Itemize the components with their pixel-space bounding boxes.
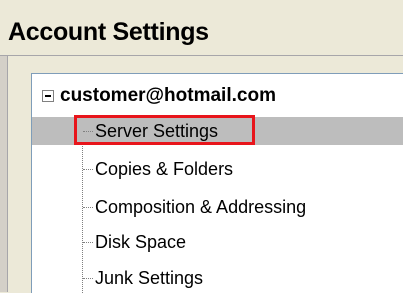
tree-connector: [83, 168, 93, 170]
tree-item-label: Composition & Addressing: [95, 196, 307, 217]
tree-item-label: Junk Settings: [95, 267, 204, 288]
tree-connector: [83, 206, 93, 208]
tree-item-junk-settings[interactable]: Junk Settings: [32, 264, 403, 292]
tree-item-disk-space[interactable]: Disk Space: [32, 228, 403, 256]
account-tree[interactable]: customer@hotmail.com Server Settings Cop…: [31, 73, 403, 293]
account-settings-window: Account Settings customer@hotmail.com Se…: [0, 0, 403, 293]
window-title: Account Settings: [8, 18, 209, 46]
title-bar: Account Settings: [0, 0, 403, 55]
selection-highlight-box: [74, 115, 255, 145]
tree-item-copies-folders[interactable]: Copies & Folders: [32, 155, 403, 183]
tree-connector: [83, 241, 93, 243]
tree-item-composition-addressing[interactable]: Composition & Addressing: [32, 193, 403, 221]
collapse-icon[interactable]: [42, 90, 54, 102]
tree-connector: [83, 277, 93, 279]
tree-item-label: Copies & Folders: [95, 158, 234, 179]
tree-account-node[interactable]: customer@hotmail.com: [42, 82, 276, 110]
account-name: customer@hotmail.com: [60, 85, 276, 106]
left-frame-edge: [0, 56, 8, 292]
tree-item-label: Disk Space: [95, 231, 187, 252]
